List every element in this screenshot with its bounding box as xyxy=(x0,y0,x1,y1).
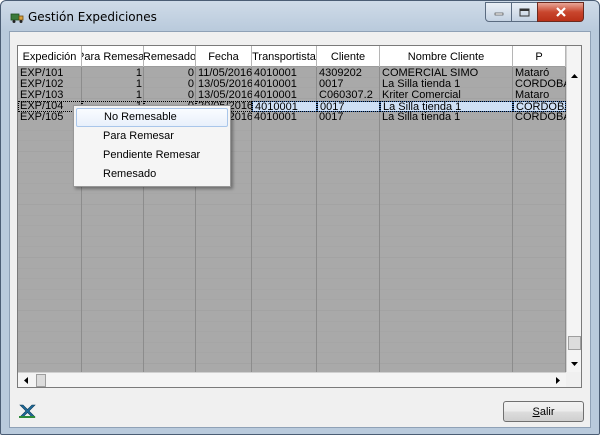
table-cell[interactable]: Mataro xyxy=(513,90,566,101)
table-cell[interactable]: 0 xyxy=(144,68,196,79)
table-cell[interactable]: 4010001 xyxy=(252,112,317,123)
arrow-left-icon xyxy=(24,377,28,384)
scroll-left-button[interactable] xyxy=(18,373,34,387)
table-row[interactable]: EXP/101 1 0 11/05/2016 4010001 4309202 COMERCI… xyxy=(18,68,566,79)
column-header[interactable]: P xyxy=(513,46,566,67)
excel-export-icon[interactable] xyxy=(18,402,36,420)
context-menu: No Remesable Para Remesar Pendiente Remesa… xyxy=(73,105,231,187)
context-menu-item[interactable]: Pendiente Remesar xyxy=(76,146,228,165)
column-header[interactable]: Para Remesar xyxy=(82,46,144,67)
table-cell[interactable]: CORDOBA xyxy=(513,79,566,90)
table-row[interactable]: EXP/102 1 0 13/05/2016 4010001 0017 La Silla t… xyxy=(18,79,566,90)
arrow-up-icon xyxy=(571,74,578,78)
table-cell[interactable]: EXP/102 xyxy=(18,79,82,90)
client-area: ExpediciónPara RemesarRemesadoFechaTrans… xyxy=(9,31,591,428)
table-cell[interactable]: 1 xyxy=(82,68,144,79)
close-button[interactable] xyxy=(537,2,584,22)
column-header[interactable]: Cliente xyxy=(317,46,380,67)
table-cell[interactable]: 4010001 xyxy=(252,90,317,101)
table-cell[interactable]: 0017 xyxy=(317,112,380,123)
table-cell[interactable]: 0017 xyxy=(317,79,380,90)
column-header[interactable]: Transportista xyxy=(252,46,317,67)
table-cell[interactable]: EXP/101 xyxy=(18,68,82,79)
arrow-right-icon xyxy=(556,377,560,384)
table-cell[interactable]: 4010001 xyxy=(252,79,317,90)
truck-app-icon xyxy=(10,13,24,23)
context-menu-item[interactable]: Para Remesar xyxy=(76,127,228,146)
table-cell[interactable]: 13/05/2016 xyxy=(196,90,252,101)
table-cell[interactable]: La Silla tienda 1 xyxy=(380,112,513,123)
table-cell[interactable]: Mataró xyxy=(513,68,566,79)
table-cell[interactable]: EXP/103 xyxy=(18,90,82,101)
app-window: Gestión Expediciones ExpediciónPara Reme… xyxy=(0,0,600,435)
title-bar[interactable]: Gestión Expediciones xyxy=(1,1,599,31)
context-menu-item[interactable]: Remesado xyxy=(76,165,228,184)
table-cell[interactable]: 1 xyxy=(82,90,144,101)
table-cell[interactable]: 11/05/2016 xyxy=(196,68,252,79)
table-row[interactable]: EXP/103 1 0 13/05/2016 4010001 C060307.2 Krite… xyxy=(18,90,566,101)
vertical-scroll-thumb[interactable] xyxy=(568,336,581,350)
table-cell[interactable]: 4010001 xyxy=(252,68,317,79)
horizontal-scroll-thumb[interactable] xyxy=(36,374,46,387)
table-cell[interactable]: CORDOBA xyxy=(513,101,566,112)
scroll-down-button[interactable] xyxy=(567,356,581,372)
table-cell[interactable]: 1 xyxy=(82,79,144,90)
expeditions-grid[interactable]: ExpediciónPara RemesarRemesadoFechaTrans… xyxy=(17,45,582,388)
minimize-icon xyxy=(494,12,503,16)
column-header[interactable]: Remesado xyxy=(144,46,196,67)
table-cell[interactable]: 4309202 xyxy=(317,68,380,79)
window-title: Gestión Expediciones xyxy=(28,10,157,24)
scroll-up-button[interactable] xyxy=(567,68,581,84)
table-cell[interactable]: 13/05/2016 xyxy=(196,79,252,90)
minimize-button[interactable] xyxy=(485,2,512,22)
table-cell[interactable]: 0017 xyxy=(317,101,380,112)
table-cell[interactable]: Kriter Comercial xyxy=(380,90,513,101)
table-cell[interactable]: COMERCIAL SIMO xyxy=(380,68,513,79)
close-icon xyxy=(555,7,566,17)
column-header[interactable]: Expedición xyxy=(18,46,82,67)
table-cell[interactable]: CORDOBA xyxy=(513,112,566,123)
vertical-scrollbar[interactable] xyxy=(566,46,581,372)
table-cell[interactable]: 0 xyxy=(144,90,196,101)
exit-button[interactable]: Salir xyxy=(503,401,584,422)
grid-header: ExpediciónPara RemesarRemesadoFechaTrans… xyxy=(18,46,566,67)
table-cell[interactable]: 4010001 xyxy=(252,101,317,112)
maximize-icon xyxy=(519,8,530,16)
maximize-button[interactable] xyxy=(511,2,538,22)
table-cell[interactable]: 0 xyxy=(144,79,196,90)
table-cell[interactable]: La Silla tienda 1 xyxy=(380,101,513,112)
exit-button-label: alir xyxy=(539,405,555,418)
table-cell[interactable]: C060307.2 xyxy=(317,90,380,101)
scrollbar-corner xyxy=(566,372,581,387)
horizontal-scrollbar[interactable] xyxy=(18,372,566,387)
column-header[interactable]: Fecha xyxy=(196,46,252,67)
table-cell[interactable]: La Silla tienda 1 xyxy=(380,79,513,90)
context-menu-item[interactable]: No Remesable xyxy=(76,108,228,127)
exit-button-mnemonic: S xyxy=(532,405,540,418)
column-header[interactable]: Nombre Cliente xyxy=(380,46,513,67)
arrow-down-icon xyxy=(571,362,578,366)
scroll-right-button[interactable] xyxy=(550,373,566,387)
